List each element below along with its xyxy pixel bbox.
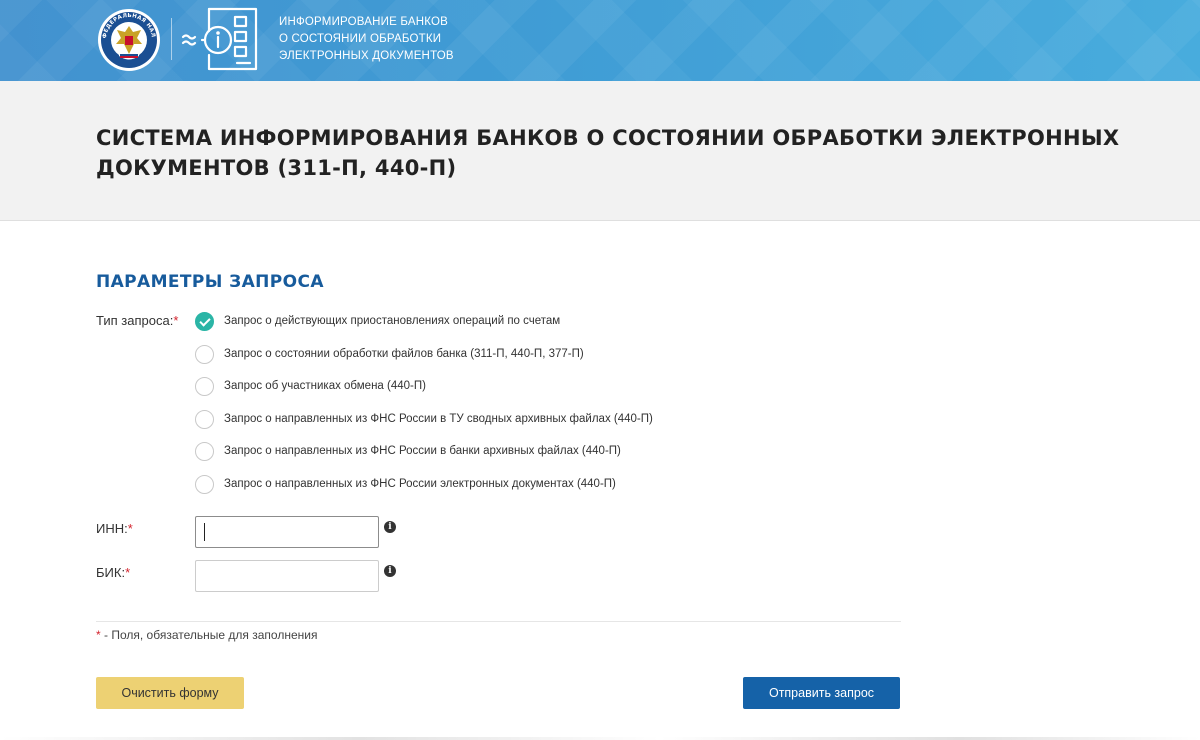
- required-note: * - Поля, обязательные для заполнения: [96, 628, 317, 642]
- radio-option-file-status[interactable]: Запрос о состоянии обработки файлов банк…: [195, 343, 895, 365]
- required-asterisk: *: [127, 521, 133, 536]
- radio-option-bank-archives[interactable]: Запрос о направленных из ФНС России в ба…: [195, 440, 895, 462]
- service-title-line-2: О СОСТОЯНИИ ОБРАБОТКИ: [279, 33, 442, 45]
- radio-label: Запрос об участниках обмена (440-П): [224, 380, 426, 392]
- radio-button[interactable]: [195, 409, 214, 429]
- required-asterisk: *: [96, 628, 101, 642]
- required-asterisk: *: [125, 565, 131, 580]
- service-title-line-1: ИНФОРМИРОВАНИЕ БАНКОВ: [279, 16, 449, 28]
- info-icon[interactable]: i: [384, 565, 396, 577]
- radio-option-participants[interactable]: Запрос об участниках обмена (440-П): [195, 375, 895, 397]
- inn-label: ИНН:*: [96, 521, 133, 536]
- inn-label-text: ИНН:: [96, 521, 128, 536]
- text-caret: [204, 523, 205, 541]
- radio-button[interactable]: [195, 376, 214, 396]
- info-icon[interactable]: i: [384, 521, 396, 533]
- bik-input[interactable]: [195, 560, 379, 592]
- radio-button[interactable]: [195, 344, 214, 364]
- service-title: ИНФОРМИРОВАНИЕ БАНКОВ О СОСТОЯНИИ ОБРАБО…: [279, 14, 454, 65]
- radio-option-tu-archives[interactable]: Запрос о направленных из ФНС России в ТУ…: [195, 408, 895, 430]
- radio-button-checked[interactable]: [195, 311, 214, 331]
- required-asterisk: *: [173, 313, 179, 328]
- header-divider: [171, 18, 172, 60]
- radio-label: Запрос о направленных из ФНС России элек…: [224, 478, 616, 490]
- bik-label: БИК:*: [96, 565, 130, 580]
- radio-label: Запрос о действующих приостановлениях оп…: [224, 315, 561, 327]
- radio-label: Запрос о состоянии обработки файлов банк…: [224, 348, 584, 360]
- required-note-text: - Поля, обязательные для заполнения: [104, 628, 318, 642]
- radio-label: Запрос о направленных из ФНС России в ба…: [224, 445, 621, 457]
- radio-button[interactable]: [195, 441, 214, 461]
- document-info-icon: [181, 7, 258, 71]
- radio-option-suspensions[interactable]: Запрос о действующих приостановлениях оп…: [195, 310, 895, 332]
- radio-option-e-documents[interactable]: Запрос о направленных из ФНС России элек…: [195, 473, 895, 495]
- top-header: ФЕДЕРАЛЬНАЯ НАЛОГОВАЯ СЛУЖБА ИНФОРМИРОВА…: [0, 0, 1200, 81]
- service-title-line-3: ЭЛЕКТРОННЫХ ДОКУМЕНТОВ: [279, 50, 454, 62]
- section-title: ПАРАМЕТРЫ ЗАПРОСА: [96, 272, 324, 292]
- inn-input[interactable]: [195, 516, 379, 548]
- request-type-label: Тип запроса:*: [96, 313, 178, 328]
- page-title: СИСТЕМА ИНФОРМИРОВАНИЯ БАНКОВ О СОСТОЯНИ…: [96, 126, 1120, 180]
- radio-button[interactable]: [195, 474, 214, 494]
- request-type-label-text: Тип запроса:: [96, 313, 174, 328]
- radio-label: Запрос о направленных из ФНС России в ТУ…: [224, 413, 653, 425]
- form-divider: [96, 621, 901, 622]
- submit-request-button[interactable]: Отправить запрос: [743, 677, 900, 709]
- clear-form-button[interactable]: Очистить форму: [96, 677, 244, 709]
- bik-label-text: БИК:: [96, 565, 126, 580]
- fns-emblem-icon[interactable]: ФЕДЕРАЛЬНАЯ НАЛОГОВАЯ СЛУЖБА: [97, 4, 161, 76]
